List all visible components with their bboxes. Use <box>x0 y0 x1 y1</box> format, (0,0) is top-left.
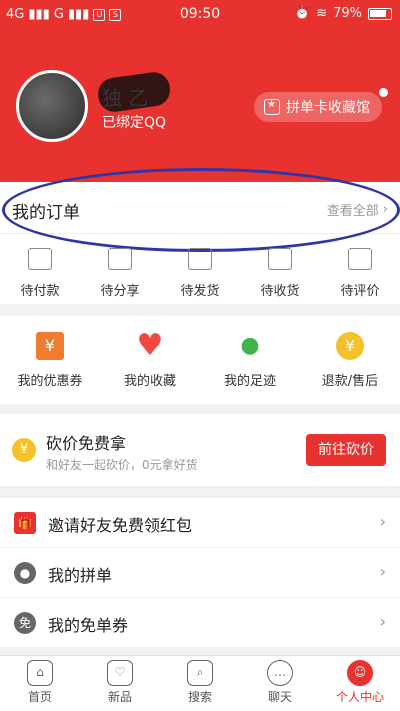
order-status-label: 待付款 <box>20 284 60 299</box>
battery-icon <box>368 7 392 20</box>
services-row: ¥ 我的优惠券 ♥ 我的收藏 ● 我的足迹 ¥ 退款/售后 <box>0 316 400 404</box>
tab-label: 聊天 <box>267 690 292 704</box>
go-bargain-button[interactable]: 前往砍价 <box>306 434 386 466</box>
wallet-icon <box>28 248 52 270</box>
my-footprints-item[interactable]: ● 我的足迹 <box>205 332 295 404</box>
orders-section: 我的订单 查看全部 › 待付款 待分享 待发货 待收货 待评价 <box>0 168 400 304</box>
system-indicators: ⏰ ≋ 79% <box>294 6 392 21</box>
tab-home[interactable]: ⌂ 首页 <box>8 656 72 711</box>
tab-label: 搜索 <box>187 690 212 704</box>
list-item-label: 我的免单券 <box>48 616 129 635</box>
list-item-label: 我的拼单 <box>48 566 113 585</box>
order-status-row: 待付款 待分享 待发货 待收货 待评价 <box>0 234 400 299</box>
bottom-tab-bar: ⌂ 首页 ♡ 新品 ⌕ 搜索 … 聊天 ☺ 个人中心 <box>0 655 400 711</box>
refund-icon: ¥ <box>336 332 364 360</box>
box-icon <box>188 248 212 270</box>
service-label: 退款/售后 <box>321 374 379 389</box>
card-collection-label: 拼单卡收藏馆 <box>286 100 370 116</box>
tab-search[interactable]: ⌕ 搜索 <box>168 656 232 711</box>
bound-qq-label: 已绑定QQ <box>102 115 167 131</box>
footprint-icon: ● <box>240 333 260 358</box>
order-status-pending-receive[interactable]: 待收货 <box>248 248 312 299</box>
order-status-pending-share[interactable]: 待分享 <box>88 248 152 299</box>
list-item-label: 邀请好友免费领红包 <box>48 516 193 535</box>
home-icon: ⌂ <box>27 660 53 686</box>
chevron-right-icon: › <box>379 612 386 631</box>
my-group-orders-row[interactable]: ● 我的拼单 › <box>0 548 400 598</box>
group-icon: ● <box>14 562 36 584</box>
order-status-label: 待分享 <box>100 284 140 299</box>
order-status-pending-ship[interactable]: 待发货 <box>168 248 232 299</box>
view-all-link[interactable]: 查看全部 › <box>327 200 388 219</box>
my-free-coupons-row[interactable]: 免 我的免单券 › <box>0 598 400 648</box>
bargain-card: ¥ 砍价免费拿 和好友一起砍价，0元拿好货 前往砍价 <box>0 414 400 486</box>
edit-icon <box>348 248 372 270</box>
tab-label: 新品 <box>107 690 132 704</box>
tab-label: 个人中心 <box>335 690 384 704</box>
orders-header[interactable]: 我的订单 查看全部 › <box>0 182 400 234</box>
alarm-icon: ⏰ <box>294 6 311 21</box>
tab-chat[interactable]: … 聊天 <box>248 656 312 711</box>
notification-dot <box>379 88 388 97</box>
coupon-icon: ¥ <box>36 332 64 360</box>
user-center-icon: ☺ <box>347 660 373 686</box>
my-favorites-item[interactable]: ♥ 我的收藏 <box>105 328 195 404</box>
battery-percent: 79% <box>333 6 362 21</box>
avatar[interactable] <box>16 70 88 142</box>
card-icon <box>264 99 280 115</box>
menu-list: 🎁 邀请好友免费领红包 › ● 我的拼单 › 免 我的免单券 › <box>0 498 400 648</box>
free-coupon-icon: 免 <box>14 612 36 634</box>
chat-icon: … <box>267 660 293 686</box>
wifi-icon: ≋ <box>316 6 328 21</box>
chevron-right-icon: › <box>379 512 386 531</box>
card-collection-button[interactable]: 拼单卡收藏馆 <box>254 92 382 122</box>
username-redaction <box>95 70 173 114</box>
truck-icon <box>268 248 292 270</box>
tab-new-arrivals[interactable]: ♡ 新品 <box>88 656 152 711</box>
service-label: 我的收藏 <box>123 374 176 389</box>
order-status-label: 待收货 <box>260 284 300 299</box>
tab-user-center[interactable]: ☺ 个人中心 <box>328 656 392 711</box>
service-label: 我的优惠券 <box>17 374 83 389</box>
bargain-subtitle: 和好友一起砍价，0元拿好货 <box>46 458 198 472</box>
order-status-label: 待发货 <box>180 284 220 299</box>
chevron-right-icon: › <box>382 202 388 217</box>
chevron-right-icon: › <box>379 562 386 581</box>
refund-aftersale-item[interactable]: ¥ 退款/售后 <box>305 332 395 404</box>
coin-icon: ¥ <box>12 438 36 462</box>
service-label: 我的足迹 <box>223 374 276 389</box>
search-icon: ⌕ <box>187 660 213 686</box>
invite-friends-row[interactable]: 🎁 邀请好友免费领红包 › <box>0 498 400 548</box>
gift-icon: 🎁 <box>14 512 36 534</box>
order-status-pending-review[interactable]: 待评价 <box>328 248 392 299</box>
status-bar: 4G ▮▮▮ G ▮▮▮ U S 09:50 ⏰ ≋ 79% <box>0 0 400 30</box>
tab-label: 首页 <box>27 690 52 704</box>
my-coupons-item[interactable]: ¥ 我的优惠券 <box>5 332 95 404</box>
view-all-label: 查看全部 <box>326 204 379 219</box>
order-status-pending-payment[interactable]: 待付款 <box>8 248 72 299</box>
heart-icon: ♥ <box>136 328 164 363</box>
profile-header: 独 乙 已绑定QQ 拼单卡收藏馆 <box>0 30 400 182</box>
order-status-label: 待评价 <box>340 284 380 299</box>
orders-title: 我的订单 <box>12 203 80 223</box>
share-people-icon <box>108 248 132 270</box>
bag-icon: ♡ <box>107 660 133 686</box>
bargain-title: 砍价免费拿 <box>46 434 127 453</box>
